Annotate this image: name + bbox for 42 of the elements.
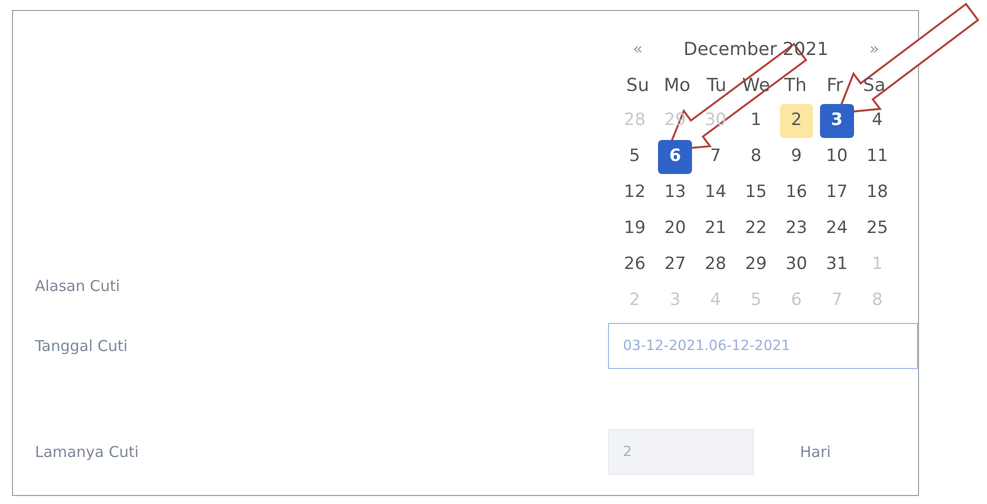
calendar-day[interactable]: 18 <box>860 176 894 210</box>
weekday-label: Sa <box>862 74 886 98</box>
calendar-day[interactable]: 14 <box>698 176 732 210</box>
calendar-day[interactable]: 4 <box>860 104 894 138</box>
calendar-day[interactable]: 22 <box>739 212 773 246</box>
weekday-label: Th <box>783 74 808 98</box>
calendar-day[interactable]: 12 <box>618 176 652 210</box>
calendar-day[interactable]: 28 <box>698 248 732 282</box>
calendar-day[interactable]: 11 <box>860 140 894 174</box>
calendar-day[interactable]: 23 <box>780 212 814 246</box>
field-label: Alasan Cuti <box>35 276 120 297</box>
unit-label: Hari <box>800 442 831 463</box>
calendar-day[interactable]: 26 <box>618 248 652 282</box>
calendar-day[interactable]: 27 <box>658 248 692 282</box>
calendar-day[interactable]: 16 <box>780 176 814 210</box>
calendar-day[interactable]: 8 <box>739 140 773 174</box>
calendar-day[interactable]: 2 <box>780 104 814 138</box>
field-label: Lamanya Cuti <box>34 442 140 463</box>
calendar-day[interactable]: 9 <box>780 140 814 174</box>
weekday-label: We <box>741 74 771 98</box>
weekday-label: Su <box>625 74 650 98</box>
weekday-label: Tu <box>706 74 728 98</box>
field-label: Tanggal Cuti <box>34 336 129 357</box>
calendar-day[interactable]: 15 <box>739 176 773 210</box>
calendar-day[interactable]: 25 <box>860 212 894 246</box>
calendar-day[interactable]: 13 <box>658 176 692 210</box>
calendar-day[interactable]: 5 <box>618 140 652 174</box>
calendar-day[interactable]: 30 <box>780 248 814 282</box>
calendar-day[interactable]: 10 <box>820 140 854 174</box>
calendar-day[interactable]: 29 <box>739 248 773 282</box>
calendar-day[interactable]: 31 <box>820 248 854 282</box>
calendar-day[interactable]: 20 <box>658 212 692 246</box>
calendar-day[interactable]: 24 <box>820 212 854 246</box>
weekday-label: Mo <box>662 74 692 98</box>
calendar-day[interactable]: 19 <box>618 212 652 246</box>
calendar-day[interactable]: 1 <box>739 104 773 138</box>
weekday-label: Fr <box>826 74 844 98</box>
calendar-day[interactable]: 21 <box>698 212 732 246</box>
calendar-day[interactable]: 6 <box>658 140 692 174</box>
calendar-day[interactable]: 7 <box>698 140 732 174</box>
calendar-day[interactable]: 3 <box>820 104 854 138</box>
calendar-day[interactable]: 17 <box>820 176 854 210</box>
